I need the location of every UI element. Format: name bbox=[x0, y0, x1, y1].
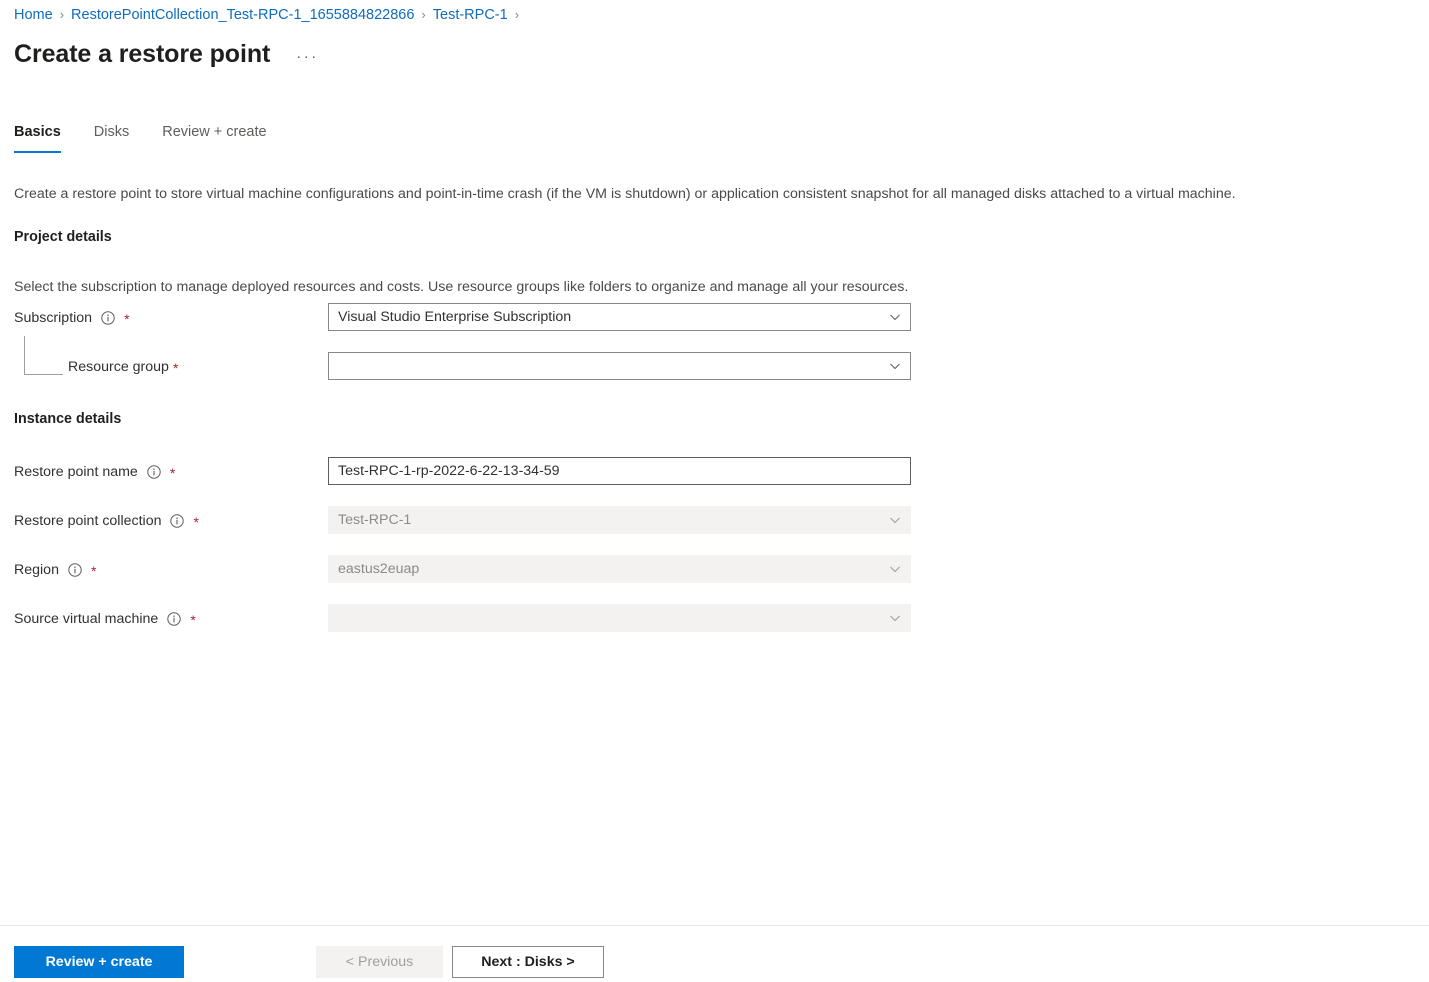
field-row-restore-point-collection: Restore point collection * Test-RPC-1 bbox=[0, 506, 1429, 536]
source-virtual-machine-select bbox=[328, 604, 911, 632]
restore-point-name-input[interactable]: Test-RPC-1-rp-2022-6-22-13-34-59 bbox=[328, 457, 911, 485]
page-title: Create a restore point bbox=[14, 38, 270, 70]
label-subscription: Subscription * bbox=[14, 303, 130, 333]
field-row-resource-group: Resource group * bbox=[0, 352, 1429, 382]
breadcrumb: Home › RestorePointCollection_Test-RPC-1… bbox=[14, 6, 526, 24]
field-row-source-virtual-machine: Source virtual machine * bbox=[0, 604, 1429, 634]
footer-divider bbox=[0, 925, 1429, 926]
breadcrumb-item-restore-point-collection[interactable]: RestorePointCollection_Test-RPC-1_165588… bbox=[71, 6, 414, 24]
resource-group-select[interactable] bbox=[328, 352, 911, 380]
info-icon[interactable] bbox=[170, 514, 184, 528]
label-restore-point-name-text: Restore point name bbox=[14, 463, 138, 482]
label-resource-group: Resource group * bbox=[68, 352, 178, 382]
review-create-button[interactable]: Review + create bbox=[14, 946, 184, 978]
page-title-row: Create a restore point ··· bbox=[14, 38, 323, 70]
previous-button: < Previous bbox=[316, 946, 443, 978]
tab-review-create[interactable]: Review + create bbox=[162, 122, 266, 153]
tab-basics[interactable]: Basics bbox=[14, 122, 61, 153]
tab-disks[interactable]: Disks bbox=[94, 122, 129, 153]
tab-disks-label: Disks bbox=[94, 124, 129, 140]
required-marker: * bbox=[193, 515, 198, 529]
required-marker: * bbox=[173, 361, 178, 375]
chevron-down-icon bbox=[880, 514, 910, 526]
subscription-value: Visual Studio Enterprise Subscription bbox=[329, 308, 880, 326]
label-region-text: Region bbox=[14, 561, 59, 580]
wizard-tabs: Basics Disks Review + create bbox=[14, 122, 300, 153]
more-options-icon[interactable]: ··· bbox=[292, 46, 323, 67]
chevron-down-icon[interactable] bbox=[880, 311, 910, 323]
restore-point-collection-select: Test-RPC-1 bbox=[328, 506, 911, 534]
field-row-region: Region * eastus2euap bbox=[0, 555, 1429, 585]
info-icon[interactable] bbox=[147, 465, 161, 479]
breadcrumb-separator-icon: › bbox=[60, 6, 64, 24]
field-row-restore-point-name: Restore point name * Test-RPC-1-rp-2022-… bbox=[0, 457, 1429, 487]
label-restore-point-collection-text: Restore point collection bbox=[14, 512, 161, 531]
label-restore-point-collection: Restore point collection * bbox=[14, 506, 199, 536]
required-marker: * bbox=[170, 466, 175, 480]
required-marker: * bbox=[91, 564, 96, 578]
label-restore-point-name: Restore point name * bbox=[14, 457, 175, 487]
info-icon[interactable] bbox=[101, 311, 115, 325]
chevron-down-icon bbox=[880, 612, 910, 624]
label-resource-group-text: Resource group bbox=[68, 358, 169, 377]
section-heading-project-details: Project details bbox=[14, 228, 112, 247]
required-marker: * bbox=[190, 613, 195, 627]
subscription-select[interactable]: Visual Studio Enterprise Subscription bbox=[328, 303, 911, 331]
section-description-project-details: Select the subscription to manage deploy… bbox=[14, 278, 908, 297]
tab-review-create-label: Review + create bbox=[162, 124, 266, 140]
label-source-virtual-machine: Source virtual machine * bbox=[14, 604, 196, 634]
breadcrumb-separator-icon: › bbox=[421, 6, 425, 24]
region-value: eastus2euap bbox=[329, 560, 880, 578]
restore-point-collection-value: Test-RPC-1 bbox=[329, 511, 880, 529]
breadcrumb-item-home[interactable]: Home bbox=[14, 6, 53, 24]
form-intro-text: Create a restore point to store virtual … bbox=[14, 185, 1236, 204]
field-row-subscription: Subscription * Visual Studio Enterprise … bbox=[0, 303, 1429, 333]
label-region: Region * bbox=[14, 555, 96, 585]
chevron-down-icon[interactable] bbox=[880, 360, 910, 372]
label-subscription-text: Subscription bbox=[14, 309, 92, 328]
wizard-footer: Review + create < Previous Next : Disks … bbox=[0, 946, 1429, 978]
info-icon[interactable] bbox=[68, 563, 82, 577]
region-select: eastus2euap bbox=[328, 555, 911, 583]
label-source-virtual-machine-text: Source virtual machine bbox=[14, 610, 158, 629]
breadcrumb-item-test-rpc-1[interactable]: Test-RPC-1 bbox=[433, 6, 508, 24]
info-icon[interactable] bbox=[167, 612, 181, 626]
breadcrumb-separator-icon: › bbox=[515, 6, 519, 24]
tab-basics-label: Basics bbox=[14, 124, 61, 140]
section-heading-instance-details: Instance details bbox=[14, 410, 121, 429]
next-disks-button[interactable]: Next : Disks > bbox=[452, 946, 604, 978]
restore-point-name-value: Test-RPC-1-rp-2022-6-22-13-34-59 bbox=[329, 462, 910, 480]
required-marker: * bbox=[124, 312, 129, 326]
chevron-down-icon bbox=[880, 563, 910, 575]
